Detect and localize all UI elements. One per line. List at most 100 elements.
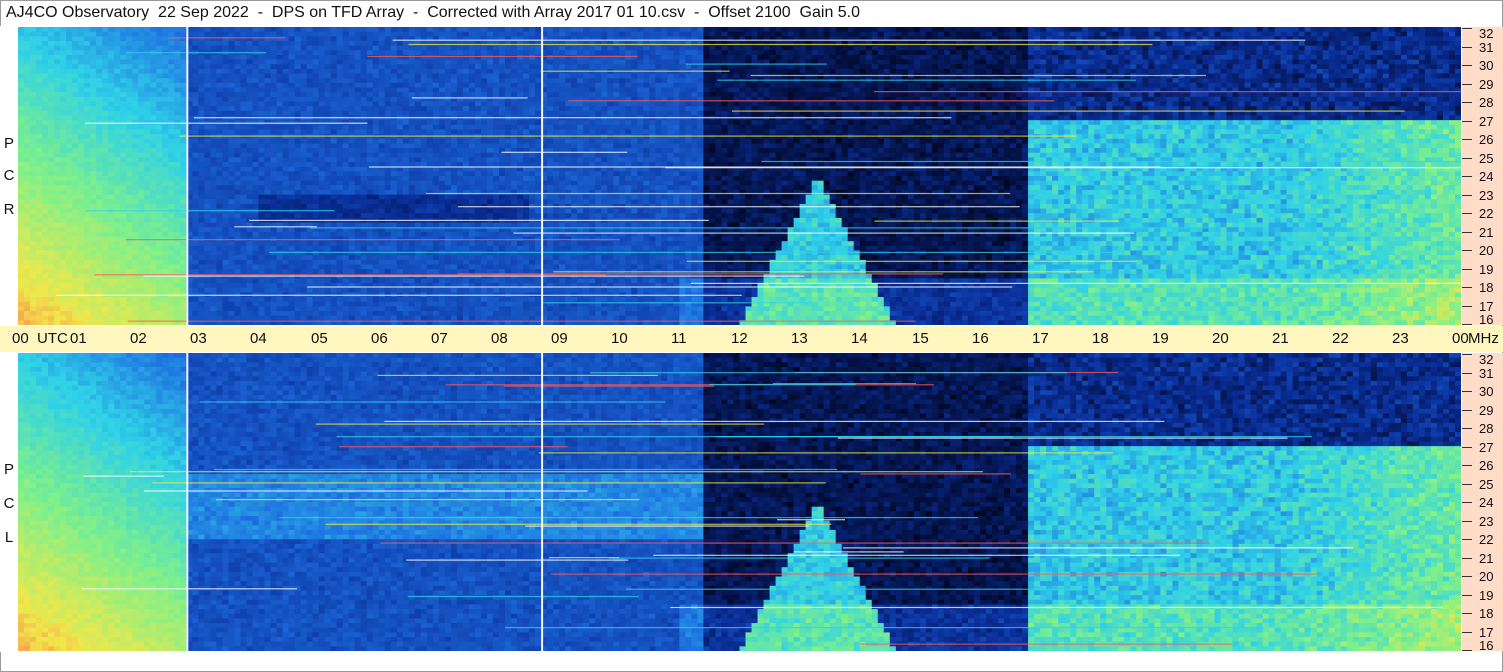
spectrogram-cell (96, 54, 103, 61)
spectrogram-cell (240, 162, 248, 168)
spectrogram-cell (228, 68, 236, 75)
spectrogram-cell (300, 259, 308, 266)
spectrogram-cell (90, 134, 97, 140)
spectrogram-cell (138, 115, 145, 121)
spectrogram-cell (126, 185, 133, 191)
spectrogram-cell (156, 157, 163, 163)
spectrogram-cell (336, 31, 344, 37)
spectrogram-cell (108, 199, 115, 205)
spectrogram-cell (54, 250, 61, 256)
spectrogram-cell (342, 194, 350, 200)
spectrogram-cell (108, 194, 115, 200)
spectrogram-cell (438, 297, 446, 303)
spectrogram-cell (234, 96, 242, 103)
spectrogram-cell (270, 68, 278, 75)
spectrogram-cell (480, 250, 488, 256)
spectrogram-cell (30, 250, 37, 256)
spectrogram-cell (198, 36, 205, 42)
spectrogram-cell (444, 82, 452, 89)
spectrogram-cell (468, 82, 476, 89)
spectrogram-cell (438, 78, 446, 84)
spectrogram-cell (270, 31, 278, 37)
spectrogram-cell (180, 315, 187, 321)
spectrogram-cell (36, 152, 43, 158)
spectrogram-cell (354, 124, 362, 131)
spectrogram-cell (216, 134, 224, 140)
spectrogram-cell (258, 129, 266, 135)
spectrogram-cell (144, 157, 151, 163)
spectrogram-cell (36, 31, 43, 37)
spectrogram-cell (132, 54, 139, 61)
spectrogram-cell (342, 64, 350, 70)
spectrogram-cell (300, 54, 308, 61)
spectrogram-cell (114, 40, 121, 47)
spectrogram-cell (66, 40, 73, 47)
spectrogram-cell (378, 78, 386, 84)
spectrogram-cell (456, 40, 464, 47)
spectrogram-cell (438, 180, 446, 186)
spectrogram-cell (312, 110, 320, 117)
spectrogram-cell (30, 157, 37, 163)
spectrogram-cell (366, 255, 374, 261)
spectrogram-cell (228, 203, 236, 210)
spectrogram-cell (366, 73, 374, 79)
spectrogram-cell (108, 64, 115, 70)
spectrogram-cell (402, 231, 410, 238)
spectrogram-cell (222, 171, 230, 177)
spectrogram-cell (312, 311, 320, 317)
spectrogram-cell (354, 68, 362, 75)
spectrogram-cell (450, 124, 458, 131)
spectrogram-cell (360, 208, 368, 214)
spectrogram-cell (318, 306, 326, 312)
spectrogram-cell (18, 134, 25, 140)
spectrogram-cell (168, 255, 175, 261)
spectrogram-cell (438, 124, 446, 131)
spectrogram-cell (306, 315, 314, 321)
spectrogram-cell (456, 297, 464, 303)
spectrogram-cell (240, 283, 248, 289)
spectrogram-cell (246, 45, 254, 51)
spectrogram-cell (198, 78, 205, 84)
spectrogram-cell (468, 101, 476, 107)
spectrogram-cell (294, 110, 302, 117)
spectrogram-cell (288, 27, 296, 33)
spectrogram-cell (276, 259, 284, 266)
spectrogram-cell (126, 40, 133, 47)
spectrogram-cell (174, 194, 181, 200)
spectrogram-cell (30, 255, 37, 261)
spectrogram-cell (150, 148, 157, 154)
spectrogram-cell (138, 124, 145, 131)
spectrogram-cell (384, 54, 392, 61)
spectrogram-cell (54, 101, 61, 107)
spectrogram-cell (324, 189, 332, 196)
spectrogram-cell (90, 40, 97, 47)
spectrogram-cell (366, 264, 374, 270)
spectrogram-cell (96, 199, 103, 205)
spectrogram-cell (174, 315, 181, 321)
spectrogram-cell (402, 259, 410, 266)
spectrogram-cell (246, 138, 254, 145)
spectrogram-cell (102, 31, 109, 37)
spectrogram-cell (102, 236, 109, 242)
spectrogram-cell (396, 40, 404, 47)
spectrogram-cell (360, 129, 368, 135)
spectrogram-cell (216, 45, 224, 51)
spectrogram-cell (438, 231, 446, 238)
spectrogram-cell (60, 82, 67, 89)
spectrogram-cell (252, 87, 260, 93)
spectrogram-cell (228, 92, 236, 98)
spectrogram-cell (300, 250, 308, 256)
spectrogram-cell (168, 162, 175, 168)
spectrogram-cell (402, 54, 410, 61)
spectrogram-cell (390, 213, 398, 219)
spectrogram-cell (174, 59, 181, 65)
spectrogram-cell (180, 166, 187, 172)
spectrogram-cell (150, 106, 157, 112)
spectrogram-cell (66, 241, 73, 247)
spectrogram-cell (294, 203, 302, 210)
spectrogram-cell (288, 143, 296, 149)
spectrogram-cell (396, 194, 404, 200)
spectrogram-cell (18, 269, 25, 275)
spectrogram-cell (132, 166, 139, 172)
spectrogram-cell (102, 264, 109, 270)
